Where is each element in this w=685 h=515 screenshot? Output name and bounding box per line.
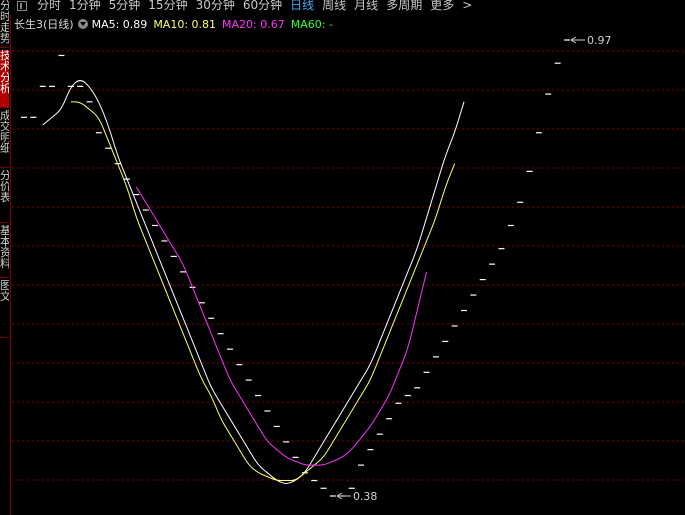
indicator-legend: 长生3(日线) MA5: 0.89 MA10: 0.81 MA20: 0.67 … — [14, 16, 339, 32]
period-tab-0[interactable]: 分时 — [37, 0, 61, 13]
period-toolbar: 分时 1分钟 5分钟 15分钟 30分钟 60分钟 日线 周线 月线 多周期 更多 > — [0, 0, 685, 14]
period-tab-8[interactable]: 月线 — [354, 0, 378, 13]
annotation-high-label: 0.97 — [587, 34, 612, 47]
more-arrow-icon[interactable]: > — [462, 0, 472, 13]
period-tab-6[interactable]: 日线 — [290, 0, 314, 13]
period-tab-3[interactable]: 15分钟 — [148, 0, 187, 13]
period-tab-7[interactable]: 周线 — [322, 0, 346, 13]
ma20-label: MA20: 0.67 — [222, 17, 285, 31]
period-tab-2[interactable]: 5分钟 — [109, 0, 141, 13]
sidebar-tab-5[interactable]: 图文 — [0, 280, 9, 338]
ma60-label: MA60: - — [290, 17, 333, 31]
period-tab-9[interactable]: 多周期 — [386, 0, 422, 13]
kline-chart[interactable]: 0.97 0.38 — [0, 0, 685, 515]
panel-toggle-icon[interactable] — [17, 1, 27, 11]
sidebar-tab-1[interactable]: 技术分析 — [0, 50, 9, 108]
sidebar-divider — [10, 14, 11, 515]
period-tab-4[interactable]: 30分钟 — [196, 0, 235, 13]
sidebar-tab-2[interactable]: 成交明细 — [0, 110, 9, 168]
sidebar-tab-0[interactable]: 分时走势 — [0, 0, 9, 48]
period-tab-1[interactable]: 1分钟 — [69, 0, 101, 13]
series-ma5-line — [42, 80, 465, 484]
period-tab-10[interactable]: 更多 — [430, 0, 454, 13]
stock-title: 长生3(日线) — [14, 18, 74, 31]
period-tabs: 分时 1分钟 5分钟 15分钟 30分钟 60分钟 日线 周线 月线 多周期 更多 > — [37, 0, 480, 13]
annotation-low-label: 0.38 — [353, 490, 378, 503]
sidebar-tab-3[interactable]: 分价表 — [0, 170, 9, 223]
ma5-label: MA5: 0.89 — [91, 17, 148, 31]
series-ma10-line — [70, 101, 456, 482]
ma10-label: MA10: 0.81 — [153, 17, 217, 31]
sidebar-tab-4[interactable]: 基本资料 — [0, 225, 9, 278]
sidebar: 分时走势技术分析成交明细分价表基本资料图文 — [0, 0, 10, 515]
dropdown-icon[interactable] — [77, 19, 88, 29]
period-tab-5[interactable]: 60分钟 — [243, 0, 282, 13]
